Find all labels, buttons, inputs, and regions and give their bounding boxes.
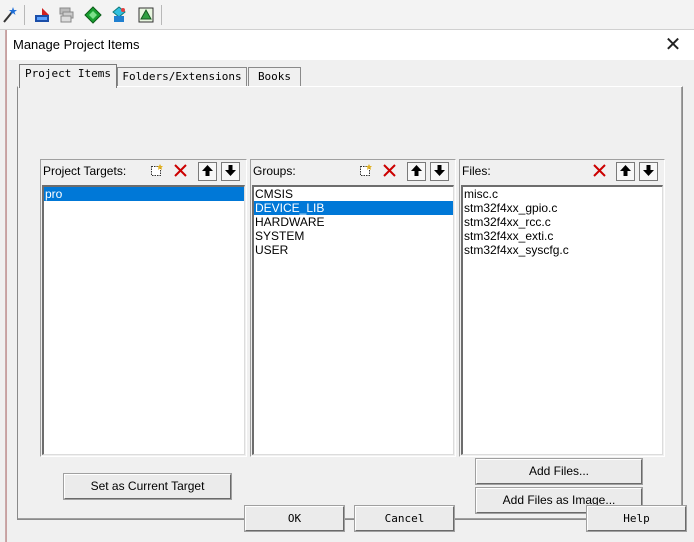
project-targets-list[interactable]: pro — [42, 185, 245, 455]
move-group-up-button[interactable] — [407, 162, 426, 181]
close-button[interactable]: ✕ — [661, 33, 685, 57]
new-item-icon — [359, 163, 372, 180]
help-button[interactable]: Help — [586, 505, 687, 532]
translate-icon[interactable] — [33, 6, 51, 24]
cancel-button[interactable]: Cancel — [354, 505, 455, 532]
move-target-up-button[interactable] — [198, 162, 217, 181]
arrow-up-icon — [410, 164, 423, 180]
groups-label: Groups: — [253, 164, 296, 178]
list-item-group[interactable]: DEVICE_LIB — [254, 201, 453, 215]
delete-icon — [593, 163, 606, 180]
files-list[interactable]: misc.c stm32f4xx_gpio.c stm32f4xx_rcc.c … — [461, 185, 663, 455]
arrow-up-icon — [201, 164, 214, 180]
delete-group-button[interactable] — [380, 162, 399, 181]
new-target-button[interactable] — [147, 162, 166, 181]
move-target-down-button[interactable] — [221, 162, 240, 181]
move-group-down-button[interactable] — [430, 162, 449, 181]
list-item-file[interactable]: stm32f4xx_exti.c — [463, 229, 662, 243]
tab-project-items[interactable]: Project Items — [19, 64, 117, 88]
list-item-group[interactable]: SYSTEM — [254, 229, 453, 243]
list-item-target[interactable]: pro — [44, 187, 244, 201]
build-icon[interactable] — [58, 6, 76, 24]
groups-list[interactable]: CMSIS DEVICE_LIB HARDWARE SYSTEM USER — [252, 185, 454, 455]
list-item-group[interactable]: HARDWARE — [254, 215, 453, 229]
ok-button[interactable]: OK — [244, 505, 345, 532]
delete-target-button[interactable] — [171, 162, 190, 181]
project-targets-panel: Project Targets: pro — [40, 159, 247, 457]
new-group-button[interactable] — [356, 162, 375, 181]
arrow-down-icon — [433, 164, 446, 180]
list-item-file[interactable]: stm32f4xx_rcc.c — [463, 215, 662, 229]
list-item-group[interactable]: CMSIS — [254, 187, 453, 201]
move-file-up-button[interactable] — [616, 162, 635, 181]
project-targets-label: Project Targets: — [43, 164, 127, 178]
tab-panel-project-items: Project Targets: pro Groups: CMSIS DEVIC… — [17, 86, 683, 520]
diamond-icon[interactable] — [84, 6, 102, 24]
arrow-down-icon — [642, 164, 655, 180]
options-icon[interactable] — [110, 6, 128, 24]
tab-books[interactable]: Books — [248, 67, 301, 88]
dialog-titlebar: Manage Project Items ✕ — [7, 30, 694, 60]
dialog-title: Manage Project Items — [13, 37, 140, 52]
delete-icon — [383, 163, 396, 180]
add-files-button[interactable]: Add Files... — [475, 458, 643, 485]
set-current-target-button[interactable]: Set as Current Target — [63, 473, 232, 500]
delete-file-button[interactable] — [590, 162, 609, 181]
files-label: Files: — [462, 164, 491, 178]
manage-project-items-dialog: Manage Project Items ✕ Project Items Fol… — [6, 30, 694, 542]
list-item-file[interactable]: misc.c — [463, 187, 662, 201]
magic-wand-icon[interactable] — [1, 6, 19, 24]
groups-panel: Groups: CMSIS DEVICE_LIB HARDWARE SYSTEM… — [250, 159, 456, 457]
list-item-group[interactable]: USER — [254, 243, 453, 257]
new-item-icon — [150, 163, 163, 180]
files-panel: Files: misc.c stm32f4xx_gpio.c stm32f4xx… — [459, 159, 665, 457]
batch-icon[interactable] — [137, 6, 155, 24]
arrow-down-icon — [224, 164, 237, 180]
delete-icon — [174, 163, 187, 180]
tab-folders-extensions[interactable]: Folders/Extensions — [117, 67, 247, 88]
list-item-file[interactable]: stm32f4xx_gpio.c — [463, 201, 662, 215]
main-toolbar — [0, 0, 694, 30]
arrow-up-icon — [619, 164, 632, 180]
list-item-file[interactable]: stm32f4xx_syscfg.c — [463, 243, 662, 257]
move-file-down-button[interactable] — [639, 162, 658, 181]
